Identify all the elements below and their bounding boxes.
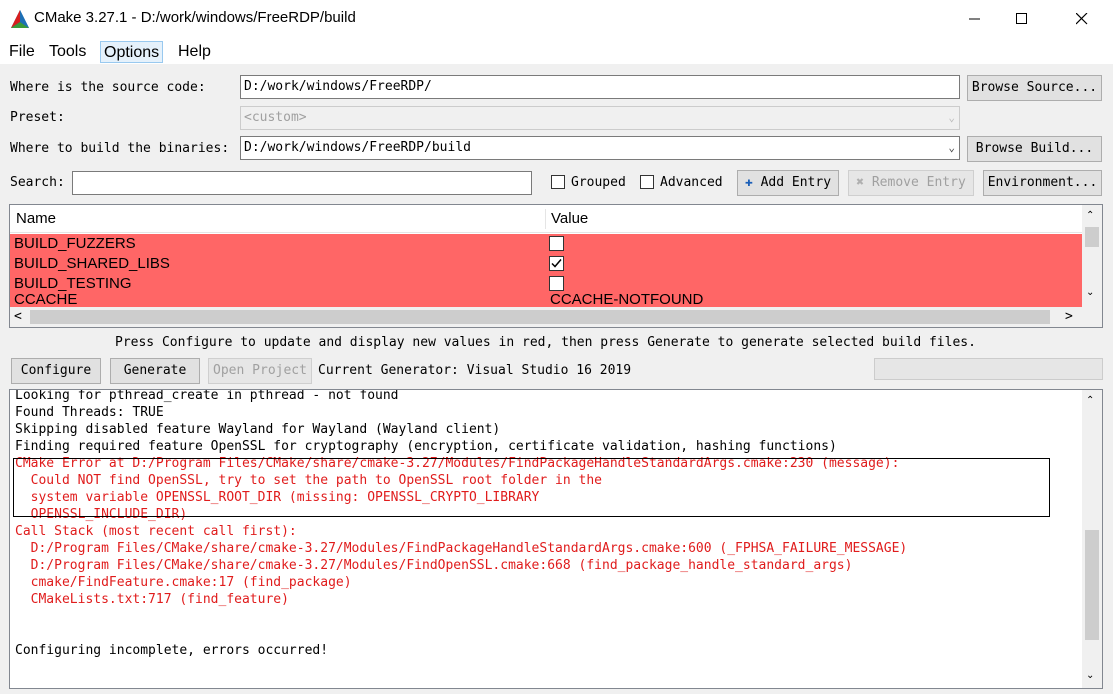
close-button[interactable] [1059, 0, 1105, 38]
column-header-value[interactable]: Value [545, 205, 1082, 233]
window-title: CMake 3.27.1 - D:/work/windows/FreeRDP/b… [34, 9, 356, 26]
chevron-down-icon: ⌄ [948, 141, 955, 154]
menu-tools[interactable]: Tools [46, 41, 89, 63]
remove-entry-button[interactable]: ✖ Remove Entry [848, 170, 974, 196]
maximize-icon [1016, 13, 1027, 24]
browse-source-button[interactable]: Browse Source... [967, 75, 1102, 101]
remove-icon: ✖ [856, 175, 865, 190]
menu-options[interactable]: Options [100, 41, 164, 63]
log-line: Looking for pthread_create in pthread - … [15, 389, 399, 403]
generate-button[interactable]: Generate [110, 358, 200, 384]
log-line: Call Stack (most recent call first): [15, 524, 297, 539]
error-highlight-box [13, 458, 1050, 517]
scrollbar-thumb[interactable] [30, 310, 1050, 324]
preset-select[interactable]: <custom> ⌄ [240, 106, 960, 130]
search-label: Search: [10, 175, 65, 190]
chevron-right-icon[interactable]: > [1065, 309, 1073, 324]
advanced-checkbox[interactable] [640, 175, 654, 189]
table-row[interactable]: BUILD_FUZZERS [10, 234, 1082, 254]
add-entry-label: Add Entry [760, 175, 832, 190]
build-label: Where to build the binaries: [10, 141, 230, 156]
current-generator-text: Current Generator: Visual Studio 16 2019 [318, 363, 632, 378]
menu-file[interactable]: File [6, 41, 38, 63]
add-entry-button[interactable]: ✚ Add Entry [737, 170, 839, 196]
table-row[interactable]: CCACHE CCACHE-NOTFOUND [10, 294, 1082, 307]
preset-value: <custom> [244, 110, 307, 125]
source-path-input[interactable]: D:/work/windows/FreeRDP/ [240, 75, 960, 99]
table-vertical-scrollbar[interactable]: ⌃ ⌄ [1082, 205, 1102, 307]
search-input[interactable] [72, 171, 532, 195]
maximize-button[interactable] [999, 0, 1045, 38]
chevron-down-icon[interactable]: ⌄ [1086, 670, 1094, 681]
row-checkbox[interactable] [549, 256, 564, 271]
table-row[interactable]: BUILD_SHARED_LIBS [10, 254, 1082, 274]
log-line: Configuring incomplete, errors occurred! [15, 643, 329, 658]
table-horizontal-scrollbar[interactable]: < > [10, 307, 1102, 327]
menu-help[interactable]: Help [175, 41, 214, 63]
progress-bar [874, 358, 1103, 380]
source-label: Where is the source code: [10, 80, 206, 95]
row-checkbox[interactable] [549, 236, 564, 251]
chevron-up-icon[interactable]: ⌃ [1086, 210, 1094, 221]
row-checkbox[interactable] [549, 276, 564, 291]
minimize-button[interactable] [952, 0, 998, 38]
output-vertical-scrollbar[interactable]: ⌃ ⌄ [1082, 390, 1102, 688]
chevron-down-icon[interactable]: ⌄ [1086, 287, 1094, 298]
build-path-combo[interactable]: D:/work/windows/FreeRDP/build ⌄ [240, 136, 960, 160]
grouped-checkbox[interactable] [551, 175, 565, 189]
log-line: cmake/FindFeature.cmake:17 (find_package… [15, 575, 352, 590]
chevron-left-icon[interactable]: < [14, 309, 22, 324]
environment-button[interactable]: Environment... [983, 170, 1102, 196]
log-line: D:/Program Files/CMake/share/cmake-3.27/… [15, 541, 908, 556]
row-name: BUILD_FUZZERS [14, 235, 136, 252]
output-log[interactable]: Looking for pthread_create in pthread - … [9, 389, 1103, 689]
log-line: D:/Program Files/CMake/share/cmake-3.27/… [15, 558, 853, 573]
cmake-logo-icon [11, 10, 29, 28]
advanced-label: Advanced [660, 175, 723, 190]
minimize-icon [969, 18, 980, 20]
log-line: CMakeLists.txt:717 (find_feature) [15, 592, 289, 607]
row-name: BUILD_TESTING [14, 275, 132, 292]
build-path-value: D:/work/windows/FreeRDP/build [244, 140, 471, 155]
preset-label: Preset: [10, 110, 65, 125]
scrollbar-thumb[interactable] [1085, 227, 1099, 247]
log-line: Found Threads: TRUE [15, 405, 164, 420]
configure-button[interactable]: Configure [11, 358, 101, 384]
row-value: CCACHE-NOTFOUND [550, 294, 704, 307]
log-line: Finding required feature OpenSSL for cry… [15, 439, 837, 454]
browse-build-button[interactable]: Browse Build... [967, 136, 1102, 162]
row-name: BUILD_SHARED_LIBS [14, 255, 170, 272]
chevron-down-icon: ⌄ [948, 111, 955, 124]
remove-entry-label: Remove Entry [871, 175, 966, 190]
menu-bar [0, 38, 1113, 64]
plus-icon: ✚ [744, 175, 753, 190]
cache-table: Name Value BUILD_FUZZERS BUILD_SHARED_LI… [9, 204, 1103, 328]
scrollbar-thumb[interactable] [1085, 530, 1099, 640]
table-header: Name Value [10, 205, 1082, 233]
open-project-button[interactable]: Open Project [208, 358, 312, 384]
chevron-up-icon[interactable]: ⌃ [1086, 395, 1094, 406]
row-name: CCACHE [14, 294, 78, 307]
close-icon [1076, 13, 1088, 25]
log-line: Skipping disabled feature Wayland for Wa… [15, 422, 501, 437]
hint-text: Press Configure to update and display ne… [115, 335, 976, 350]
checkmark-icon [551, 259, 562, 268]
table-row[interactable]: BUILD_TESTING [10, 274, 1082, 294]
column-header-name[interactable]: Name [10, 205, 545, 233]
grouped-label: Grouped [571, 175, 626, 190]
